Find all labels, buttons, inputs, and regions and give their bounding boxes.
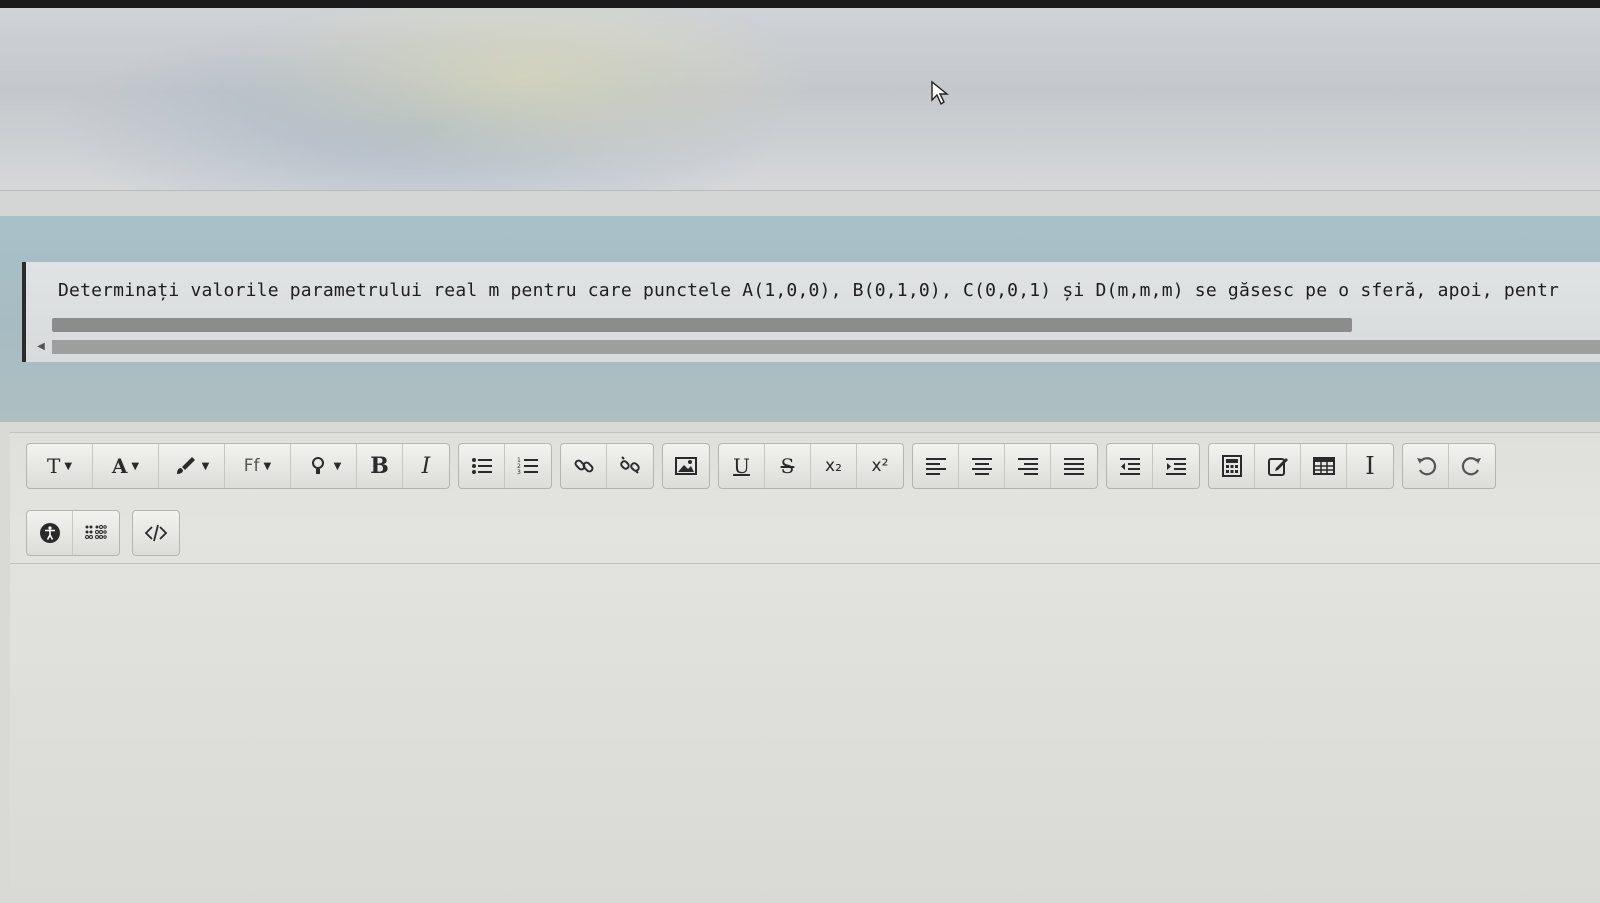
text-style-button[interactable]: T ▼ [27,444,93,488]
numbered-list-button[interactable]: 123 [505,444,551,488]
insert-button[interactable]: ▼ [291,444,357,488]
chevron-down-icon: ▼ [333,460,342,472]
align-right-button[interactable] [1005,444,1051,488]
scrollbar-thumb[interactable] [52,318,1352,332]
toolbar-group-media [662,443,710,489]
outdent-button[interactable] [1107,444,1153,488]
equation-button[interactable] [1209,444,1255,488]
html-source-button[interactable] [133,511,179,555]
align-center-icon [971,458,992,475]
lightbulb-icon [311,457,324,474]
strikethrough-button[interactable]: S [765,444,811,488]
toolbar-group-accessibility [26,510,120,556]
align-justify-icon [1064,458,1084,475]
mouse-cursor-icon [931,80,949,106]
undo-icon [1416,457,1436,476]
align-center-button[interactable] [959,444,1005,488]
superscript-icon: x² [871,456,889,476]
toolbar-group-links [560,443,654,489]
accessibility-button[interactable] [27,511,73,555]
code-icon [144,524,168,542]
toolbar-group-indent [1106,443,1200,489]
toolbar-group-align [912,443,1098,489]
braille-button[interactable] [73,511,119,555]
indent-icon [1166,458,1186,475]
align-left-button[interactable] [913,444,959,488]
page-banner [0,8,1600,193]
toolbar-group-text-decor: U S x₂ x² [718,443,904,489]
highlight-button[interactable]: ▼ [159,444,225,488]
toolbar-group-tools: I [1208,443,1394,489]
toolbar-group-format: T ▼ A ▼ ▼ Ff ▼ ▼ B I [26,443,450,489]
screen-bezel [0,0,1600,8]
toolbar-group-lists: 123 [458,443,552,489]
scroll-left-icon[interactable]: ◀ [34,340,48,354]
text-style-icon: T [46,454,61,478]
toolbar-group-source [132,510,180,556]
subscript-button[interactable]: x₂ [811,444,857,488]
rich-text-editor[interactable]: T ▼ A ▼ ▼ Ff ▼ ▼ B I 123 U S x₂ x² I [10,432,1600,903]
subscript-icon: x₂ [825,456,842,476]
bold-icon: B [370,453,389,479]
bullet-list-button[interactable] [459,444,505,488]
text-cursor-icon: I [1365,452,1375,480]
chevron-down-icon: ▼ [131,460,140,472]
unlink-button[interactable] [607,444,653,488]
table-button[interactable] [1301,444,1347,488]
underline-icon: U [733,454,750,478]
italic-button[interactable]: I [403,444,449,488]
align-justify-button[interactable] [1051,444,1097,488]
scrollbar-track[interactable] [52,340,1600,354]
font-color-icon: A [111,454,128,478]
table-icon [1312,457,1335,475]
bullet-list-icon [471,458,492,474]
edit-icon [1267,458,1288,476]
question-box: Determinați valorile parametrului real m… [22,262,1600,362]
link-icon [574,459,593,473]
redo-button[interactable] [1449,444,1495,488]
accessibility-icon [39,523,60,543]
edit-button[interactable] [1255,444,1301,488]
editor-toolbar-secondary [26,510,180,556]
question-text: Determinați valorile parametrului real m… [58,280,1560,301]
font-color-button[interactable]: A ▼ [93,444,159,488]
editor-content-area[interactable] [10,564,1600,903]
redo-icon [1461,457,1481,476]
bold-button[interactable]: B [357,444,403,488]
underline-button[interactable]: U [719,444,765,488]
strikethrough-icon: S [780,454,795,478]
image-button[interactable] [663,444,709,488]
font-family-button[interactable]: Ff ▼ [225,444,291,488]
image-icon [675,457,697,475]
indent-button[interactable] [1153,444,1199,488]
align-left-icon [925,458,946,475]
text-cursor-button[interactable]: I [1347,444,1393,488]
editor-toolbar: T ▼ A ▼ ▼ Ff ▼ ▼ B I 123 U S x₂ x² I [26,443,1496,489]
brush-icon [176,457,195,474]
italic-icon: I [421,453,431,479]
header-gap [0,191,1600,216]
undo-button[interactable] [1403,444,1449,488]
numbered-list-icon: 123 [517,457,538,476]
horizontal-scrollbar[interactable]: ◀ [34,318,1600,354]
calculator-icon [1221,455,1242,477]
toolbar-group-history [1402,443,1496,489]
font-family-icon: Ff [243,456,260,476]
chevron-down-icon: ▼ [263,460,272,472]
link-button[interactable] [561,444,607,488]
chevron-down-icon: ▼ [64,460,73,472]
superscript-button[interactable]: x² [857,444,903,488]
svg-text:3: 3 [517,469,521,476]
chevron-down-icon: ▼ [201,460,210,472]
align-right-icon [1017,458,1038,475]
outdent-icon [1119,458,1140,475]
braille-icon [85,525,107,539]
unlink-icon [620,456,640,474]
